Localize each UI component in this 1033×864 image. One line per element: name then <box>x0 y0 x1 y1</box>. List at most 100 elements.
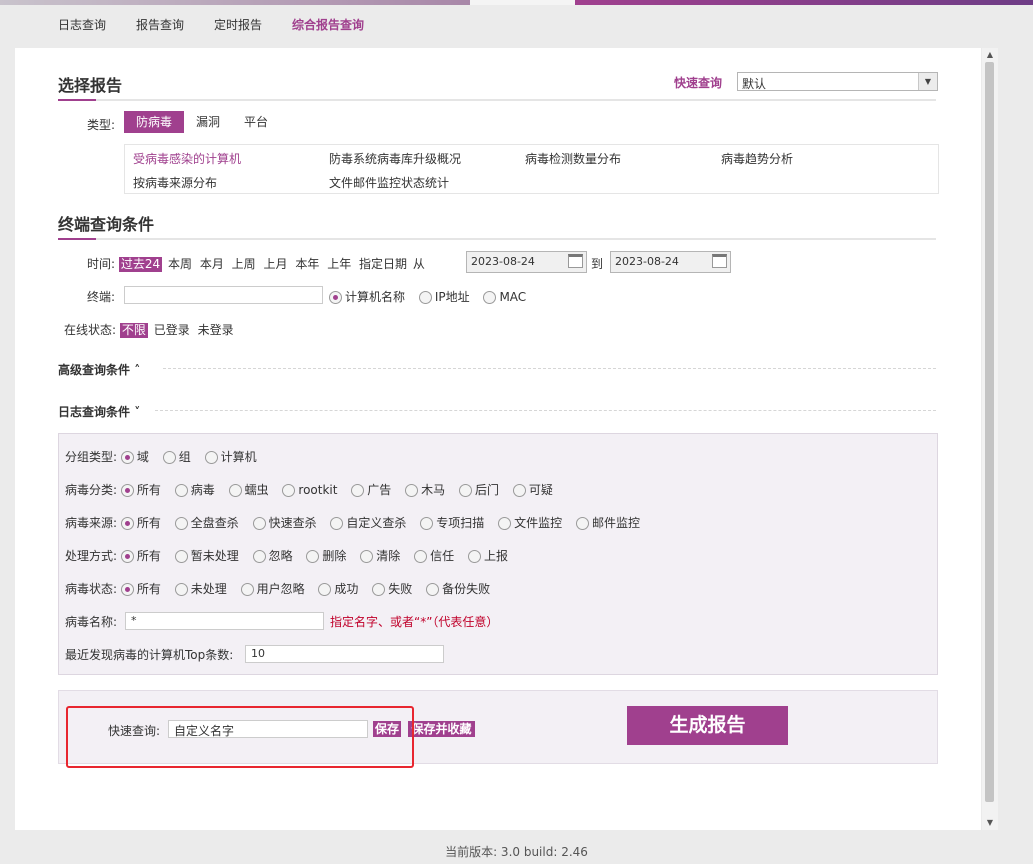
radio-handling-report[interactable]: 上报 <box>467 549 508 563</box>
radio-source-file-monitor[interactable]: 文件监控 <box>498 516 562 530</box>
radio-handling-trust[interactable]: 信任 <box>414 549 454 563</box>
time-option-last-month[interactable]: 上月 <box>262 257 290 272</box>
calendar-icon[interactable] <box>712 254 727 268</box>
radio-icon <box>252 550 266 563</box>
handling-label: 处理方式: <box>65 549 118 563</box>
terminal-type-radios: 计算机名称 IP地址 MAC <box>329 288 536 305</box>
radio-handling-all[interactable]: 所有 <box>120 549 161 563</box>
report-virus-db-update[interactable]: 防毒系统病毒库升级概况 <box>329 150 461 167</box>
radio-icon <box>240 583 254 596</box>
online-status-label: 在线状态: <box>64 323 117 337</box>
online-option-not-logged-in[interactable]: 未登录 <box>196 323 236 338</box>
time-option-last24[interactable]: 过去24 <box>118 257 163 272</box>
advanced-divider <box>163 368 936 369</box>
radio-handling-delete[interactable]: 删除 <box>306 549 346 563</box>
advanced-conditions-toggle[interactable]: 高级查询条件 ˄ <box>58 361 140 378</box>
radio-class-trojan[interactable]: 木马 <box>405 483 445 497</box>
report-infected-computers[interactable]: 受病毒感染的计算机 <box>133 150 241 167</box>
nav-log-query[interactable]: 日志查询 <box>58 16 106 33</box>
time-option-this-year[interactable]: 本年 <box>293 257 321 272</box>
virus-name-hint: 指定名字、或者“*”（代表任意） <box>330 615 499 629</box>
virus-name-input[interactable]: * <box>125 612 324 630</box>
radio-class-virus[interactable]: 病毒 <box>174 483 215 497</box>
topn-input[interactable]: 10 <box>245 645 444 663</box>
radio-source-quick-scan[interactable]: 快速查杀 <box>252 516 317 530</box>
radio-group-group[interactable]: 组 <box>162 450 191 464</box>
time-option-custom-date[interactable]: 指定日期 <box>357 257 409 272</box>
save-and-favorite-button[interactable]: 保存并收藏 <box>408 721 475 737</box>
radio-state-unhandled[interactable]: 未处理 <box>174 582 227 596</box>
terminal-input[interactable] <box>124 286 323 304</box>
scroll-down-icon[interactable]: ▼ <box>982 816 998 830</box>
time-option-last-year[interactable]: 上年 <box>325 257 353 272</box>
log-conditions-toggle[interactable]: 日志查询条件 ˅ <box>58 403 140 420</box>
radio-handling-ignore[interactable]: 忽略 <box>252 549 293 563</box>
online-option-logged-in[interactable]: 已登录 <box>152 323 192 338</box>
radio-class-adware[interactable]: 广告 <box>351 483 391 497</box>
scroll-up-icon[interactable]: ▲ <box>982 48 998 62</box>
radio-mac[interactable]: MAC <box>483 290 526 304</box>
radio-group-domain[interactable]: 域 <box>120 450 149 464</box>
terminal-query-divider <box>58 238 936 240</box>
radio-handling-pending[interactable]: 暂未处理 <box>174 549 239 563</box>
radio-state-failed[interactable]: 失败 <box>372 582 412 596</box>
radio-icon <box>174 517 188 530</box>
radio-icon <box>306 550 320 563</box>
radio-computer-name[interactable]: 计算机名称 <box>329 290 405 304</box>
radio-icon <box>512 484 526 497</box>
nav-report-query[interactable]: 报告查询 <box>136 16 184 33</box>
radio-class-worm[interactable]: 蠕虫 <box>228 483 269 497</box>
date-to-field[interactable]: 2023-08-24 <box>610 251 731 273</box>
date-from-field[interactable]: 2023-08-24 <box>466 251 587 273</box>
log-divider <box>155 410 936 411</box>
dropdown-arrow-icon[interactable]: ▼ <box>918 73 937 90</box>
radio-icon <box>498 517 512 530</box>
radio-handling-clean[interactable]: 清除 <box>360 549 400 563</box>
radio-source-special-scan[interactable]: 专项扫描 <box>420 516 484 530</box>
generate-report-button[interactable]: 生成报告 <box>627 706 788 745</box>
radio-state-success[interactable]: 成功 <box>318 582 358 596</box>
type-tab-antivirus[interactable]: 防病毒 <box>124 111 184 133</box>
radio-class-rootkit[interactable]: rootkit <box>282 483 337 497</box>
radio-source-full-scan[interactable]: 全盘查杀 <box>174 516 239 530</box>
radio-state-backup-failed[interactable]: 备份失败 <box>426 582 490 596</box>
time-option-last-week[interactable]: 上周 <box>230 257 258 272</box>
report-virus-trend[interactable]: 病毒趋势分析 <box>721 150 793 167</box>
radio-state-all[interactable]: 所有 <box>120 582 161 596</box>
group-type-label: 分组类型: <box>65 450 118 464</box>
report-virus-source[interactable]: 按病毒来源分布 <box>133 174 217 191</box>
radio-class-all[interactable]: 所有 <box>120 483 161 497</box>
radio-class-backdoor[interactable]: 后门 <box>458 483 499 497</box>
log-conditions-panel: 分组类型: 域 组 计算机 病毒分类: 所有 病毒 蠕虫 rootkit 广告 … <box>58 433 938 675</box>
report-list: 受病毒感染的计算机 防毒系统病毒库升级概况 病毒检测数量分布 病毒趋势分析 按病… <box>124 144 939 194</box>
report-file-mail-monitor[interactable]: 文件邮件监控状态统计 <box>329 174 449 191</box>
type-tab-vulnerability[interactable]: 漏洞 <box>188 111 228 133</box>
radio-source-mail-monitor[interactable]: 邮件监控 <box>575 516 640 530</box>
radio-state-user-ignored[interactable]: 用户忽略 <box>240 582 305 596</box>
online-option-any[interactable]: 不限 <box>119 323 148 338</box>
radio-icon <box>360 550 374 563</box>
nav-scheduled-report[interactable]: 定时报告 <box>214 16 262 33</box>
radio-source-custom-scan[interactable]: 自定义查杀 <box>330 516 406 530</box>
nav-composite-report[interactable]: 综合报告查询 <box>292 16 364 33</box>
radio-icon <box>483 291 497 304</box>
radio-source-all[interactable]: 所有 <box>120 516 161 530</box>
quick-query-select[interactable]: 默认 ▼ <box>737 72 938 91</box>
type-tab-platform[interactable]: 平台 <box>236 111 276 133</box>
quick-query-link[interactable]: 快速查询 <box>674 74 722 91</box>
scroll-thumb[interactable] <box>985 62 994 802</box>
quick-query-select-value: 默认 <box>742 77 767 91</box>
select-report-divider <box>58 99 936 101</box>
radio-icon <box>351 484 365 497</box>
vertical-scrollbar[interactable]: ▲ ▼ <box>982 48 998 830</box>
terminal-query-title: 终端查询条件 <box>58 215 155 234</box>
radio-ip-address[interactable]: IP地址 <box>418 290 470 304</box>
calendar-icon[interactable] <box>568 254 583 268</box>
radio-icon <box>282 484 296 497</box>
report-detection-distribution[interactable]: 病毒检测数量分布 <box>525 150 621 167</box>
time-option-this-month[interactable]: 本月 <box>198 257 226 272</box>
radio-class-suspicious[interactable]: 可疑 <box>512 483 553 497</box>
virus-name-value: * <box>131 614 137 627</box>
radio-group-computer[interactable]: 计算机 <box>204 450 257 464</box>
time-option-this-week[interactable]: 本周 <box>166 257 194 272</box>
